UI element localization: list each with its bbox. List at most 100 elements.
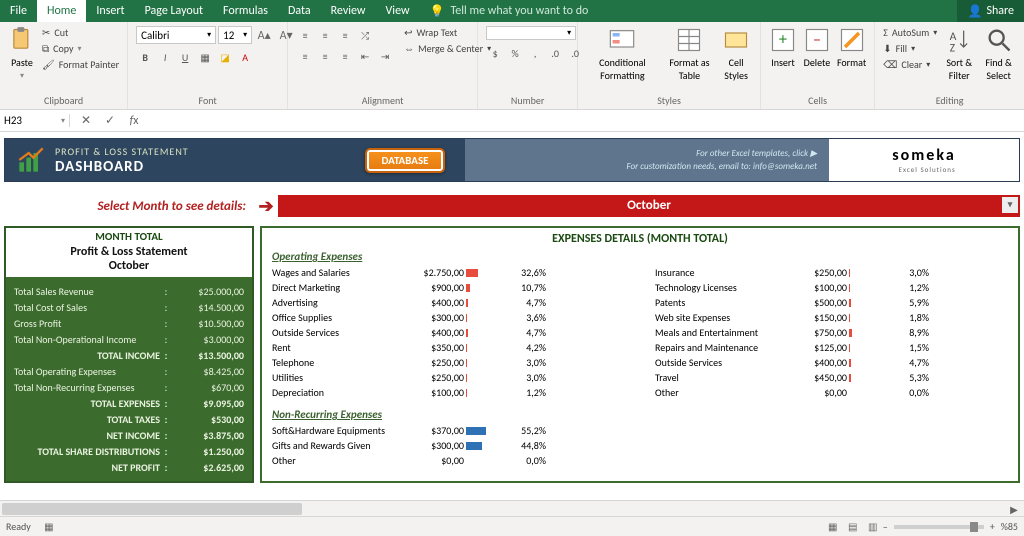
expense-row: Utilities$250,003,0%	[272, 370, 625, 385]
expense-percent: 4,7%	[887, 356, 929, 369]
menu-view[interactable]: View	[376, 0, 420, 22]
format-cells-button[interactable]: Format	[837, 26, 866, 69]
format-as-table-button[interactable]: Format as Table	[665, 26, 715, 82]
insert-cells-button[interactable]: +Insert	[769, 26, 797, 69]
expense-value: $370,00	[402, 424, 464, 437]
expense-value: $100,00	[785, 281, 847, 294]
expense-label: Outside Services	[655, 356, 785, 369]
zoom-control[interactable]: – + %85	[883, 520, 1018, 533]
view-normal-button[interactable]: ▦	[823, 518, 843, 536]
currency-button[interactable]: $	[486, 44, 504, 62]
cell-styles-button[interactable]: Cell Styles	[720, 26, 752, 82]
expense-percent: 4,2%	[504, 341, 546, 354]
search-icon	[985, 26, 1013, 54]
align-center-button[interactable]: ≡	[316, 47, 334, 65]
group-label-font: Font	[136, 93, 279, 107]
align-left-button[interactable]: ≡	[296, 47, 314, 65]
autosum-button[interactable]: ΣAutoSum▾	[883, 26, 937, 39]
summary-value: $25.000,00	[172, 285, 244, 298]
summary-value: $8.425,00	[172, 365, 244, 378]
increase-decimal-button[interactable]: .0	[546, 44, 564, 62]
expense-value: $450,00	[785, 371, 847, 384]
expense-bar	[849, 388, 885, 398]
fill-color-button[interactable]: ◪	[216, 48, 234, 66]
align-middle-button[interactable]: ≡	[316, 26, 334, 44]
delete-cells-button[interactable]: –Delete	[803, 26, 831, 69]
align-top-button[interactable]: ≡	[296, 26, 314, 44]
italic-button[interactable]: I	[156, 48, 174, 66]
font-name-dropdown[interactable]: Calibri▾	[136, 26, 216, 44]
expense-row: Outside Services$400,004,7%	[655, 355, 1008, 370]
view-page-break-button[interactable]: ▥	[863, 518, 883, 536]
macro-record-icon[interactable]: ▦	[39, 518, 59, 536]
menu-review[interactable]: Review	[321, 0, 376, 22]
menu-file[interactable]: File	[0, 0, 37, 22]
summary-row: Total Sales Revenue:$25.000,00	[14, 283, 244, 299]
fx-button[interactable]: fx	[124, 112, 144, 130]
horizontal-scrollbar[interactable]: ▶	[0, 500, 1024, 516]
menu-formulas[interactable]: Formulas	[213, 0, 278, 22]
number-format-dropdown[interactable]: ▾	[486, 26, 576, 40]
paste-button[interactable]: Paste ▾	[8, 26, 36, 81]
expense-row: Travel$450,005,3%	[655, 370, 1008, 385]
database-button[interactable]: DATABASE	[365, 148, 444, 173]
align-bottom-button[interactable]: ≡	[336, 26, 354, 44]
font-size-dropdown[interactable]: 12▾	[218, 26, 252, 44]
copy-button[interactable]: ⧉Copy▾	[42, 42, 119, 55]
zoom-slider[interactable]	[894, 525, 984, 529]
menu-page-layout[interactable]: Page Layout	[135, 0, 213, 22]
expense-label: Patents	[655, 296, 785, 309]
conditional-formatting-button[interactable]: Conditional Formatting	[586, 26, 658, 82]
expense-value: $0,00	[785, 386, 847, 399]
scrollbar-thumb[interactable]	[2, 503, 302, 515]
orientation-button[interactable]: ⤮	[356, 26, 374, 44]
indent-decrease-button[interactable]: ⇤	[356, 47, 374, 65]
indent-increase-button[interactable]: ⇥	[376, 47, 394, 65]
fill-button[interactable]: ⬇Fill▾	[883, 42, 937, 55]
expenses-details-panel: EXPENSES DETAILS (MONTH TOTAL) Operating…	[260, 226, 1020, 483]
expense-label: Gifts and Rewards Given	[272, 439, 402, 452]
summary-label: TOTAL SHARE DISTRIBUTIONS	[14, 445, 160, 458]
expense-percent: 4,7%	[504, 326, 546, 339]
expense-bar	[466, 456, 502, 466]
expense-value: $500,00	[785, 296, 847, 309]
menu-data[interactable]: Data	[278, 0, 321, 22]
bold-button[interactable]: B	[136, 48, 154, 66]
scroll-right-button[interactable]: ▶	[1006, 501, 1022, 517]
comma-button[interactable]: ,	[526, 44, 544, 62]
formula-bar: H23▾ ✕ ✓ fx	[0, 110, 1024, 132]
underline-button[interactable]: U	[176, 48, 194, 66]
align-right-button[interactable]: ≡	[336, 47, 354, 65]
menu-insert[interactable]: Insert	[86, 0, 134, 22]
cut-button[interactable]: ✂Cut	[42, 26, 119, 39]
expense-value: $2.750,00	[402, 266, 464, 279]
view-page-layout-button[interactable]: ▤	[843, 518, 863, 536]
share-button[interactable]: 👤 Share	[957, 0, 1024, 22]
group-label-alignment: Alignment	[296, 93, 469, 107]
zoom-in-button[interactable]: +	[990, 520, 995, 533]
menu-home[interactable]: Home	[37, 0, 86, 22]
clear-button[interactable]: ⌫Clear▾	[883, 58, 937, 71]
scissors-icon: ✂	[42, 26, 50, 39]
expense-bar	[849, 328, 885, 338]
group-label-number: Number	[486, 93, 569, 107]
expenses-title: EXPENSES DETAILS (MONTH TOTAL)	[272, 232, 1008, 246]
percent-button[interactable]: %	[506, 44, 524, 62]
border-button[interactable]: ▦	[196, 48, 214, 66]
worksheet[interactable]: PROFIT & LOSS STATEMENT DASHBOARD DATABA…	[0, 132, 1024, 500]
sort-filter-button[interactable]: AZSort & Filter	[943, 26, 975, 82]
cancel-formula-button[interactable]: ✕	[76, 112, 96, 130]
zoom-knob[interactable]	[970, 522, 978, 532]
find-select-button[interactable]: Find & Select	[981, 26, 1016, 82]
expense-percent: 3,6%	[504, 311, 546, 324]
expense-bar	[849, 283, 885, 293]
name-box[interactable]: H23▾	[0, 114, 70, 127]
accept-formula-button[interactable]: ✓	[100, 112, 120, 130]
format-painter-button[interactable]: 🖌Format Painter	[42, 58, 119, 71]
zoom-out-button[interactable]: –	[883, 520, 888, 533]
font-color-button[interactable]: A	[236, 48, 254, 66]
tell-me-search[interactable]: 💡 Tell me what you want to do	[420, 4, 599, 19]
grow-font-button[interactable]: A▴	[254, 26, 274, 44]
month-dropdown[interactable]: October ▾	[278, 195, 1020, 217]
expense-label: Utilities	[272, 371, 402, 384]
